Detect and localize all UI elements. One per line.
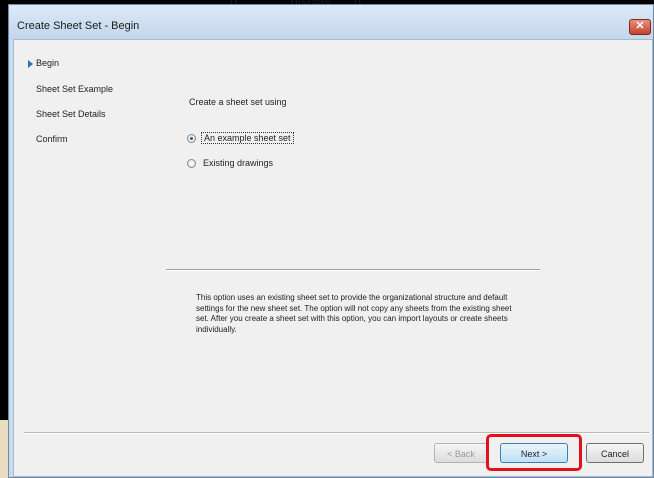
wizard-steps-nav: Begin Sheet Set Example Sheet Set Detail… xyxy=(14,40,164,430)
current-step-arrow-icon xyxy=(28,60,33,68)
create-sheet-set-dialog: Create Sheet Set - Begin ✕ Begin Sheet S… xyxy=(8,4,654,478)
option-existing-drawings[interactable]: Existing drawings xyxy=(187,156,275,170)
example-sheet-set-radio[interactable] xyxy=(187,133,196,143)
existing-drawings-radio[interactable] xyxy=(187,158,196,168)
step-sheet-set-details: Sheet Set Details xyxy=(36,109,106,119)
close-button[interactable]: ✕ xyxy=(629,19,651,35)
existing-drawings-label[interactable]: Existing drawings xyxy=(201,158,275,168)
example-sheet-set-label[interactable]: An example sheet set xyxy=(201,132,294,144)
dialog-title: Create Sheet Set - Begin xyxy=(17,20,140,32)
step-sheet-set-example: Sheet Set Example xyxy=(36,84,114,94)
create-using-prompt: Create a sheet set using xyxy=(189,97,287,107)
cancel-button[interactable]: Cancel xyxy=(586,443,644,463)
screenshot: g … … … dispiay, … g Create Sheet Set - … xyxy=(0,0,654,478)
back-button[interactable]: < Back xyxy=(434,443,488,463)
next-button-highlight xyxy=(486,434,582,471)
dialog-client-area: Begin Sheet Set Example Sheet Set Detail… xyxy=(13,39,653,477)
option-description: This option uses an existing sheet set t… xyxy=(196,293,512,334)
close-icon: ✕ xyxy=(635,20,645,32)
step-begin: Begin xyxy=(36,58,60,68)
content-divider xyxy=(166,269,540,271)
option-example-sheet-set[interactable]: An example sheet set xyxy=(187,131,294,145)
step-confirm: Confirm xyxy=(36,134,68,144)
dialog-titlebar[interactable]: Create Sheet Set - Begin ✕ xyxy=(9,5,653,39)
